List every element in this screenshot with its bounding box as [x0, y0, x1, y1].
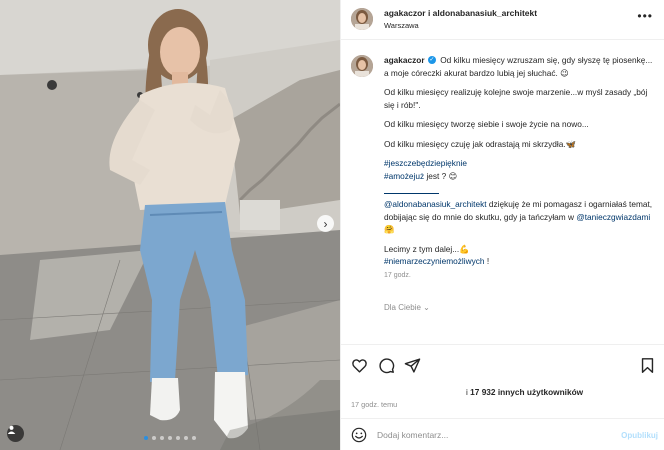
likes-text[interactable]: 17 932 innych użytkowników: [470, 387, 583, 397]
carousel-dot: [152, 436, 156, 440]
caption-line: Od kilku miesięcy wzruszam się, gdy słys…: [384, 55, 653, 78]
post-authors[interactable]: agakaczor i aldonabanasiuk_architekt: [384, 8, 537, 18]
carousel-dot: [192, 436, 196, 440]
mention-link[interactable]: @aldonabanasiuk_architekt: [384, 199, 487, 209]
caption-text: 🤗: [384, 224, 395, 234]
emoji-icon[interactable]: [351, 427, 367, 443]
publish-button[interactable]: Opublikuj: [621, 431, 658, 440]
for-you-label[interactable]: Dla Ciebie ⌄: [384, 302, 654, 315]
next-photo-button[interactable]: ›: [317, 215, 334, 232]
post-location[interactable]: Warszawa: [384, 21, 419, 30]
photo-image: [0, 0, 340, 450]
comment-input[interactable]: [377, 426, 607, 444]
post-caption: agakaczor ✓ Od kilku miesięcy wzruszam s…: [384, 54, 654, 315]
carousel-indicator: [0, 436, 340, 440]
carousel-dot: [176, 436, 180, 440]
add-comment-bar: Opublikuj: [341, 418, 664, 450]
chevron-right-icon: ›: [323, 216, 328, 231]
post-timestamp: 17 godz. temu: [351, 400, 398, 409]
carousel-dot: [144, 436, 148, 440]
avatar[interactable]: [351, 55, 373, 77]
caption-text: !: [484, 256, 490, 266]
hashtag-link[interactable]: #niemarzeczyniemożliwych: [384, 256, 485, 266]
avatar[interactable]: [351, 8, 373, 30]
caption-username[interactable]: agakaczor: [384, 55, 425, 65]
more-horizontal-icon[interactable]: •••: [637, 9, 653, 23]
verified-badge-icon: ✓: [427, 56, 436, 65]
caption-line: Lecimy z tym dalej...💪: [384, 243, 470, 254]
heart-icon[interactable]: [351, 357, 368, 374]
post-header: agakaczor i aldonabanasiuk_architekt War…: [341, 0, 664, 40]
caption-time: 17 godz.: [384, 271, 411, 279]
caption-line: Od kilku miesięcy realizuję kolejne swoj…: [384, 87, 648, 110]
carousel-dot: [184, 436, 188, 440]
hashtag-link[interactable]: #jeszczebędziepięknie: [384, 158, 467, 168]
post-photo[interactable]: ›: [0, 0, 340, 450]
user-tag-icon: [7, 425, 16, 434]
likes-count[interactable]: i 17 932 innych użytkowników: [466, 387, 583, 397]
post-side-panel: agakaczor i aldonabanasiuk_architekt War…: [340, 0, 664, 450]
hashtag-link[interactable]: #amożejuż: [384, 171, 424, 181]
comments-section: agakaczor ✓ Od kilku miesięcy wzruszam s…: [341, 41, 664, 344]
comment-icon[interactable]: [378, 357, 395, 374]
user-tag-button[interactable]: [7, 425, 24, 442]
caption-line: Od kilku miesięcy tworzę siebie i swoje …: [384, 119, 589, 129]
mention-link[interactable]: @tanieczgwiazdami: [576, 212, 650, 222]
caption-text: jest ? 😊: [426, 170, 458, 181]
caption-line: Od kilku miesięcy czuję jak odrastają mi…: [384, 138, 576, 149]
share-icon[interactable]: [404, 357, 421, 374]
bookmark-icon[interactable]: [639, 357, 656, 374]
carousel-dot: [160, 436, 164, 440]
divider: [384, 193, 439, 194]
carousel-dot: [168, 436, 172, 440]
